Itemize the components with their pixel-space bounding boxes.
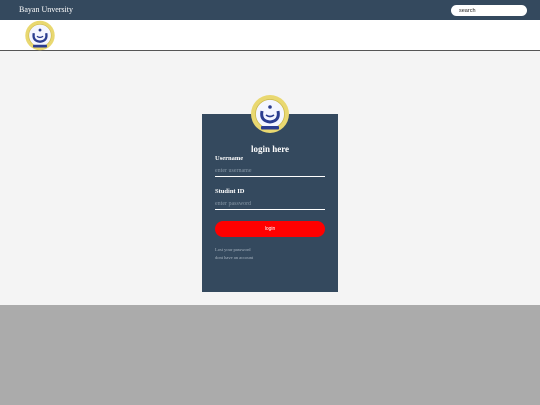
top-nav-bar: Bayan Unversity: [0, 0, 540, 20]
username-input[interactable]: [215, 166, 325, 177]
header-bar: [0, 20, 540, 51]
student-id-label: Studint ID: [215, 188, 245, 195]
username-label: Username: [215, 155, 244, 162]
university-logo-icon[interactable]: [23, 20, 57, 51]
footer-area: [0, 305, 540, 405]
login-button[interactable]: login: [215, 221, 325, 237]
search-input[interactable]: [451, 5, 527, 16]
brand-name: Bayan Unversity: [19, 5, 73, 14]
login-card-logo-icon: [251, 95, 289, 133]
create-account-link[interactable]: dont have an account: [215, 254, 253, 261]
student-id-input[interactable]: [215, 199, 325, 210]
lost-password-link[interactable]: Lost your password: [215, 246, 251, 253]
